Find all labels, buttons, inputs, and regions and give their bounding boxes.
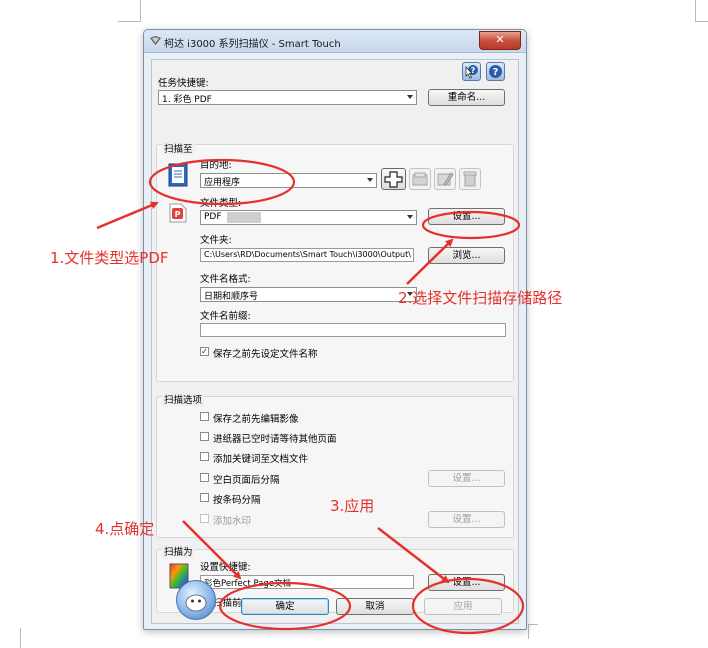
browse-highlight-ellipse <box>421 210 521 240</box>
step4-arrow <box>182 520 242 580</box>
step1-annotation: 1.文件类型选PDF <box>50 249 169 267</box>
apply-highlight-ellipse <box>411 577 525 635</box>
file-type-highlight-ellipse <box>148 158 296 206</box>
ok-highlight-ellipse <box>218 581 352 631</box>
step2-annotation: 2.选择文件扫描存储路径 <box>398 289 563 307</box>
step3-arrow <box>377 527 450 584</box>
step3-annotation: 3.应用 <box>330 497 375 515</box>
step1-arrow <box>96 201 159 230</box>
step4-annotation: 4.点确定 <box>95 520 155 538</box>
step2-arrow <box>406 238 454 285</box>
annotation-layer <box>96 158 525 635</box>
